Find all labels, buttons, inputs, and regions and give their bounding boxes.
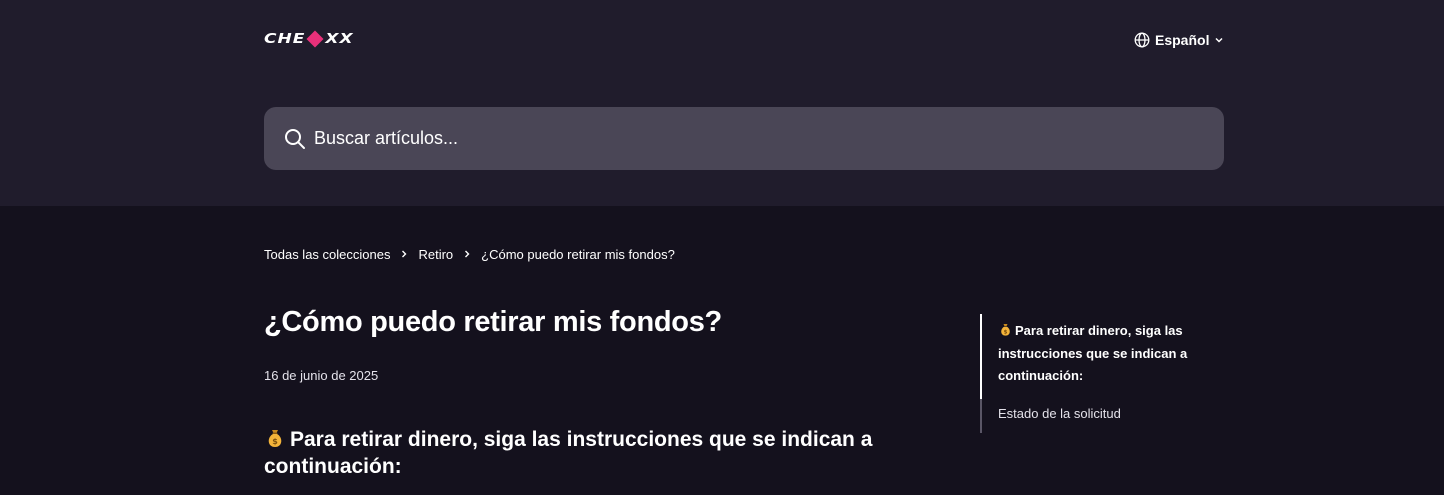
toc-item-request-status[interactable]: Estado de la solicitud — [980, 398, 1220, 433]
money-bag-icon: $ — [1001, 324, 1010, 336]
search-input[interactable] — [314, 128, 1194, 149]
article-date: 16 de junio de 2025 — [264, 368, 379, 383]
globe-icon — [1134, 32, 1150, 48]
chexx-logo[interactable]: CHE X X — [264, 30, 354, 48]
logo-text-right-2: X — [339, 31, 354, 47]
svg-text:$: $ — [272, 437, 278, 446]
language-selector[interactable]: Español — [1134, 31, 1224, 49]
breadcrumb-retiro[interactable]: Retiro — [418, 247, 453, 262]
section-heading-text: Para retirar dinero, siga las instruccio… — [264, 428, 873, 478]
chevron-right-icon — [463, 249, 471, 259]
article-title: ¿Cómo puedo retirar mis fondos? — [264, 306, 722, 338]
search-bar[interactable] — [264, 107, 1224, 170]
chevron-down-icon — [1215, 37, 1223, 43]
table-of-contents: $ Para retirar dinero, siga las instrucc… — [980, 314, 1220, 433]
logo-diamond-icon — [306, 30, 324, 48]
language-label: Español — [1155, 32, 1210, 48]
breadcrumb-current: ¿Cómo puedo retirar mis fondos? — [481, 246, 675, 262]
breadcrumb: Todas las colecciones Retiro ¿Cómo puedo… — [264, 245, 675, 263]
chevron-right-icon — [400, 249, 408, 259]
toc-item-withdraw-instructions[interactable]: $ Para retirar dinero, siga las instrucc… — [980, 314, 1220, 399]
header-hero: CHE X X Español — [0, 0, 1444, 206]
money-bag-icon: $ — [268, 430, 282, 447]
breadcrumb-all-collections[interactable]: Todas las colecciones — [264, 247, 390, 262]
logo-text-right: X — [325, 31, 340, 47]
logo-text-left: CHE — [264, 31, 306, 47]
toc-item-label: Para retirar dinero, siga las instruccio… — [998, 323, 1188, 383]
section-heading: $ Para retirar dinero, siga las instrucc… — [264, 426, 904, 480]
svg-text:$: $ — [1004, 330, 1008, 336]
search-icon — [285, 128, 305, 149]
